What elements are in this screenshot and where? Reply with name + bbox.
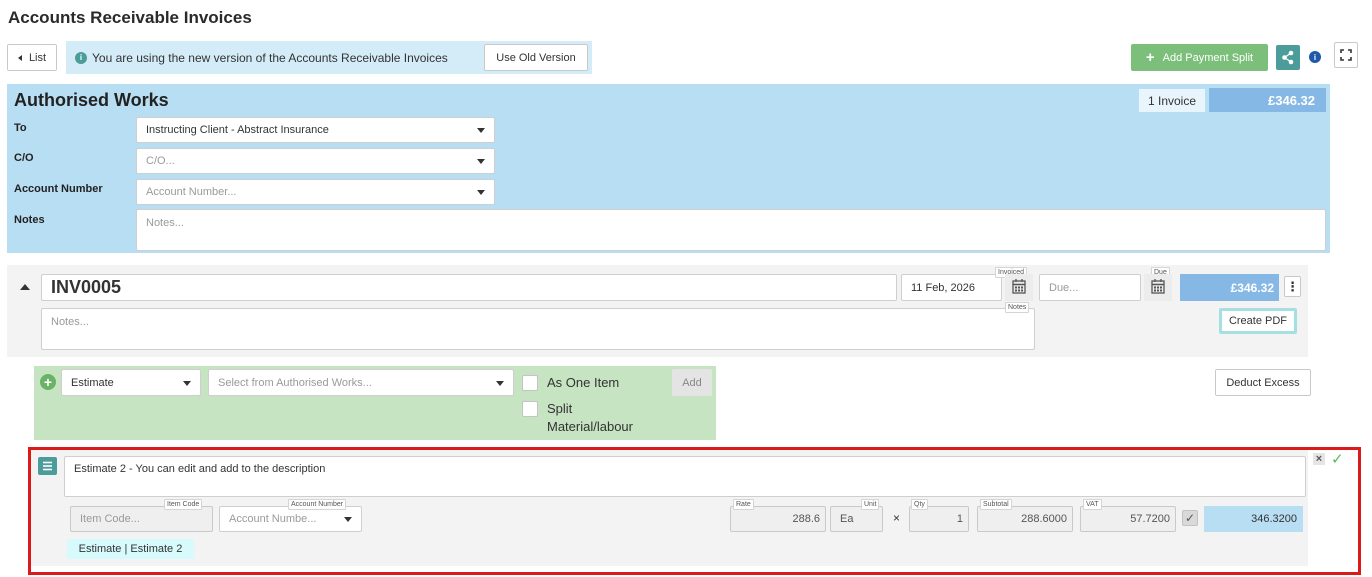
line-type-select[interactable]: Estimate	[61, 369, 201, 396]
deduct-excess-button[interactable]: Deduct Excess	[1215, 369, 1311, 396]
add-line-plus-icon[interactable]: +	[40, 374, 56, 390]
use-old-version-button[interactable]: Use Old Version	[484, 44, 588, 71]
chevron-down-icon	[477, 128, 485, 133]
chevron-down-icon	[477, 190, 485, 195]
invoice-count-badge: 1 Invoice	[1139, 89, 1205, 112]
line-description: Estimate 2 - You can edit and add to the…	[74, 463, 326, 475]
split-material-labour-checkbox[interactable]	[522, 401, 538, 417]
invoice-number: INV0005	[51, 277, 122, 297]
qty-value: 1	[956, 513, 963, 525]
share-icon	[1282, 50, 1294, 65]
line-account-number-tag: Account Number	[288, 499, 347, 510]
invoice-number-input[interactable]: INV0005	[41, 274, 897, 301]
to-select[interactable]: Instructing Client - Abstract Insurance	[136, 117, 495, 143]
item-code-placeholder: Item Code...	[80, 513, 140, 525]
vat-checkbox[interactable]: ✓	[1182, 510, 1198, 526]
list-button-label: List	[28, 51, 47, 64]
line-account-number-placeholder: Account Numbe...	[229, 513, 317, 525]
vat-value: 57.7200	[1130, 513, 1170, 525]
calendar-icon	[1151, 279, 1165, 294]
times-sign: ×	[893, 511, 901, 525]
add-payment-split-button[interactable]: + Add Payment Split	[1131, 44, 1268, 71]
invoice-more-button[interactable]: ⋮	[1284, 276, 1301, 297]
split-material-labour-label: Split Material/labour	[547, 401, 633, 434]
co-select[interactable]: C/O...	[136, 148, 495, 174]
remove-line-icon[interactable]: ×	[1313, 453, 1325, 465]
list-button[interactable]: List	[7, 44, 57, 71]
invoice-notes-placeholder: Notes...	[51, 316, 89, 328]
qty-tag: Qty	[911, 499, 928, 510]
invoice-notes-textarea[interactable]: Notes...	[41, 308, 1035, 350]
invoiced-date-input[interactable]: 11 Feb, 2026	[901, 274, 1002, 301]
kebab-menu-icon: ⋮	[1286, 279, 1299, 294]
authorised-works-select[interactable]: Select from Authorised Works...	[208, 369, 514, 396]
drag-handle-icon[interactable]	[38, 457, 57, 475]
due-date-placeholder: Due...	[1049, 281, 1079, 294]
subtotal-value: 288.6000	[1021, 513, 1067, 525]
add-payment-split-label: Add Payment Split	[1162, 51, 1254, 64]
subtotal-tag: Subtotal	[980, 499, 1012, 510]
invoiced-date: 11 Feb, 2026	[911, 281, 976, 294]
help-info-icon[interactable]: i	[1309, 51, 1321, 63]
notes-textarea[interactable]: Notes...	[136, 209, 1326, 251]
confirm-line-icon[interactable]: ✓	[1331, 452, 1344, 467]
item-code-tag: Item Code	[164, 499, 203, 510]
collapse-caret-icon[interactable]	[20, 284, 30, 290]
to-select-value: Instructing Client - Abstract Insurance	[146, 124, 329, 136]
authorised-works-total: £346.32	[1209, 88, 1326, 112]
caret-left-icon	[17, 54, 22, 61]
chevron-down-icon	[183, 380, 191, 386]
rate-value: 288.6	[792, 513, 820, 525]
vat-tag: VAT	[1083, 499, 1102, 510]
account-number-placeholder: Account Number...	[146, 186, 237, 198]
line-total: 346.3200	[1204, 506, 1303, 532]
info-icon: i	[75, 51, 87, 64]
account-number-select[interactable]: Account Number...	[136, 179, 495, 205]
account-number-label: Account Number	[14, 183, 103, 195]
invoiced-calendar-button[interactable]	[1005, 274, 1033, 301]
fullscreen-button[interactable]	[1334, 42, 1358, 68]
expand-icon	[1340, 49, 1352, 61]
line-type-value: Estimate	[71, 376, 114, 389]
co-label: C/O	[14, 152, 34, 164]
plus-icon: +	[1145, 49, 1155, 66]
notes-placeholder: Notes...	[146, 217, 184, 229]
invoice-amount: £346.32	[1180, 274, 1279, 301]
rate-tag: Rate	[733, 499, 754, 510]
chevron-down-icon	[344, 517, 352, 522]
authorised-works-select-placeholder: Select from Authorised Works...	[218, 376, 372, 389]
create-pdf-button[interactable]: Create PDF	[1219, 308, 1297, 334]
invoice-notes-tag: Notes	[1005, 302, 1030, 313]
as-one-item-checkbox[interactable]	[522, 375, 538, 391]
source-badge: Estimate | Estimate 2	[67, 539, 194, 559]
chevron-down-icon	[496, 380, 504, 386]
due-calendar-button[interactable]	[1144, 274, 1172, 301]
line-description-textarea[interactable]: Estimate 2 - You can edit and add to the…	[64, 456, 1306, 497]
unit-tag: Unit	[861, 499, 880, 510]
notes-label: Notes	[14, 214, 45, 226]
banner-text: You are using the new version of the Acc…	[92, 50, 448, 65]
page-title: Accounts Receivable Invoices	[8, 8, 252, 27]
to-label: To	[14, 122, 27, 134]
chevron-down-icon	[477, 159, 485, 164]
co-select-placeholder: C/O...	[146, 155, 175, 167]
due-date-input[interactable]: Due...	[1039, 274, 1141, 301]
as-one-item-label: As One Item	[547, 375, 620, 390]
calendar-icon	[1012, 279, 1026, 294]
share-button[interactable]	[1276, 45, 1300, 70]
authorised-works-title: Authorised Works	[14, 90, 169, 110]
add-line-button[interactable]: Add	[672, 369, 712, 396]
unit-value: Ea	[840, 513, 854, 525]
